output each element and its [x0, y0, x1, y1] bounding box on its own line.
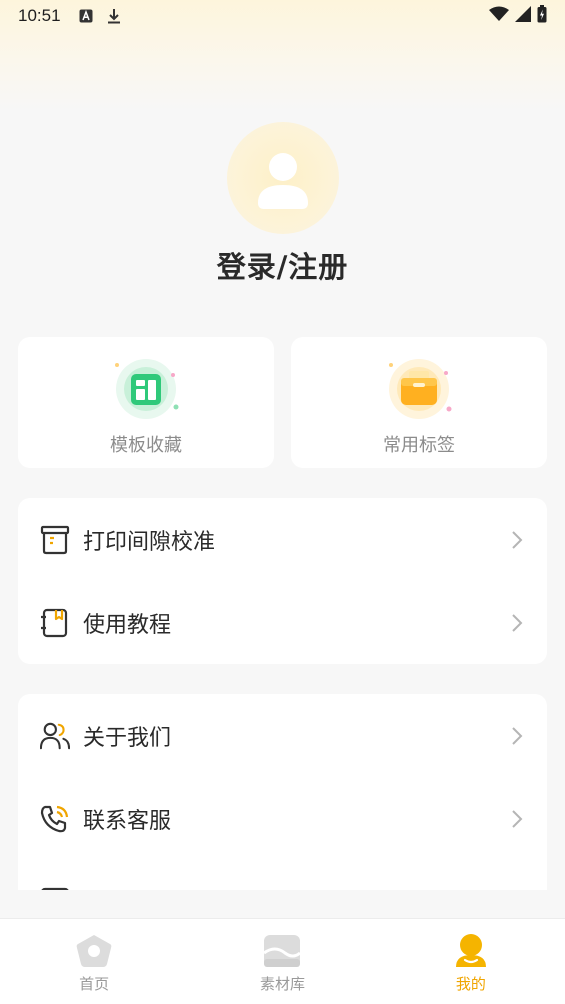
users-icon — [40, 720, 70, 752]
nav-tab-mine[interactable]: 我的 — [377, 919, 565, 1004]
feature-label: 常用标签 — [383, 435, 455, 456]
font-icon — [79, 9, 93, 23]
chevron-right-icon — [511, 613, 525, 633]
battery-icon — [537, 4, 547, 28]
nav-label: 素材库 — [259, 975, 305, 993]
menu-item-partial[interactable] — [18, 860, 547, 890]
menu-label: 使用教程 — [83, 612, 172, 638]
nav-tab-material-library[interactable]: 素材库 — [188, 919, 376, 1004]
chevron-right-icon — [511, 726, 525, 746]
menu-label: 关于我们 — [83, 725, 172, 751]
menu-item-contact-support[interactable]: 联系客服 — [18, 777, 547, 860]
chevron-right-icon — [511, 809, 525, 829]
common-labels-card[interactable]: 常用标签 — [291, 337, 547, 468]
avatar[interactable] — [227, 122, 339, 234]
signal-icon — [515, 5, 531, 27]
tutorial-book-icon — [40, 607, 70, 639]
feature-label: 模板收藏 — [110, 435, 182, 456]
menu-label: 联系客服 — [83, 808, 172, 834]
printer-calibrate-icon — [40, 524, 70, 556]
profile-icon — [455, 934, 486, 967]
download-icon — [107, 8, 121, 24]
chevron-right-icon — [511, 530, 525, 550]
menu-item-about-us[interactable]: 关于我们 — [18, 694, 547, 777]
status-time: 10:51 — [18, 6, 61, 25]
menu-item-print-calibration[interactable]: 打印间隙校准 — [18, 498, 547, 581]
menu-label: 打印间隙校准 — [83, 529, 216, 555]
login-register-link[interactable]: 登录/注册 — [0, 244, 565, 286]
menu-group-about: 关于我们 联系客服 — [18, 694, 547, 890]
nav-tab-home[interactable]: 首页 — [0, 919, 188, 1004]
wifi-icon — [489, 6, 509, 27]
label-box-icon — [379, 355, 459, 427]
status-bar: 10:51 — [0, 0, 565, 32]
settings-icon — [40, 886, 70, 890]
bottom-nav: 首页 素材库 我的 — [0, 918, 565, 1004]
nav-label: 我的 — [455, 975, 486, 993]
home-icon — [76, 935, 112, 967]
material-library-icon — [263, 935, 302, 967]
menu-item-tutorial[interactable]: 使用教程 — [18, 581, 547, 664]
template-folder-icon — [106, 355, 186, 427]
default-user-icon — [258, 153, 308, 209]
phone-icon — [40, 803, 70, 835]
menu-group-print: 打印间隙校准 使用教程 — [18, 498, 547, 664]
template-favorites-card[interactable]: 模板收藏 — [18, 337, 274, 468]
nav-label: 首页 — [79, 975, 110, 993]
